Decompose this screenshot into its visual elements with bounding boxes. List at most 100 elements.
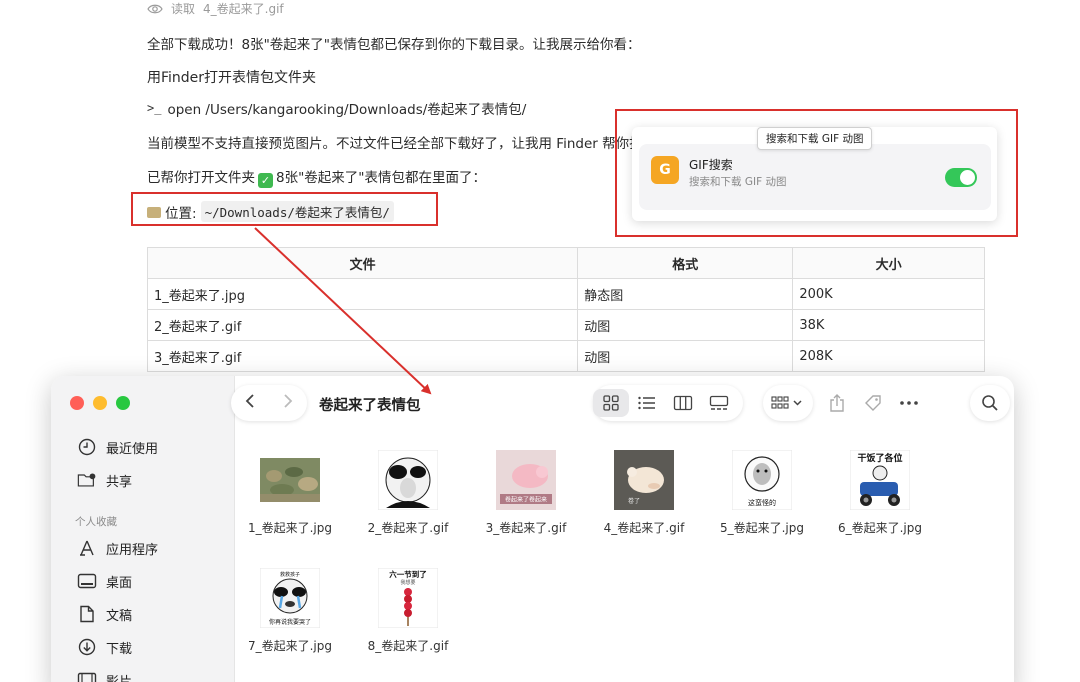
file-item[interactable]: 救救孩子 你再说我要哭了 7_卷起来了.jpg — [231, 568, 349, 654]
thumbnail-caption: 你再说我要哭了 — [269, 618, 311, 626]
terminal-command: >_ open /Users/kangarooking/Downloads/卷起… — [147, 98, 526, 118]
gif-search-title: GIF搜索 — [689, 158, 733, 172]
column-header-format: 格式 — [577, 247, 794, 279]
image-thumbnail: 这蛮怪的 — [732, 450, 792, 510]
section-heading: 用Finder打开表情包文件夹 — [147, 70, 317, 86]
thumbnail-caption: 干饭了各位 — [857, 452, 902, 464]
desktop-icon — [77, 571, 97, 591]
sidebar-item-label: 共享 — [106, 474, 133, 490]
cell-format: 动图 — [577, 309, 794, 341]
more-actions-icon[interactable] — [891, 389, 927, 417]
thumbnail-caption: 六一节到了 — [389, 569, 427, 579]
file-grid: 1_卷起来了.jpg 2_卷起来了.gif 卷起来了卷起来 3_卷起来了.gif… — [235, 438, 1014, 682]
window-title: 卷起来了表情包 — [319, 398, 421, 414]
column-header-size: 大小 — [792, 247, 985, 279]
close-button[interactable] — [70, 396, 84, 410]
file-name: 2_卷起来了.gif — [367, 521, 449, 535]
eye-icon — [147, 4, 163, 13]
sidebar-item-label: 最近使用 — [106, 441, 159, 457]
thumbnail-caption: 卷起来了卷起来 — [505, 496, 547, 504]
image-thumbnail: 卷起来了卷起来 — [496, 450, 556, 510]
message-preview-unsupported: 当前模型不支持直接预览图片。不过文件已经全部下载好了，让我用 Finder 帮你… — [147, 136, 632, 152]
table-row: 3_卷起来了.gif 动图 208K — [146, 340, 985, 372]
group-by-icon[interactable] — [763, 389, 813, 417]
gif-logo-icon: G — [651, 156, 679, 184]
file-item[interactable]: 1_卷起来了.jpg — [231, 450, 349, 536]
cell-size: 200K — [792, 278, 985, 310]
file-name: 4_卷起来了.gif — [603, 521, 685, 535]
file-item[interactable]: 卷起来了卷起来 3_卷起来了.gif — [467, 450, 585, 536]
column-view-icon[interactable] — [665, 389, 701, 417]
cell-file: 1_卷起来了.jpg — [146, 278, 579, 310]
sidebar-item-label: 桌面 — [106, 575, 133, 591]
file-item[interactable]: 2_卷起来了.gif — [349, 450, 467, 536]
sidebar-item-label: 文稿 — [106, 608, 133, 624]
file-item[interactable]: 卷了 4_卷起来了.gif — [585, 450, 703, 536]
cell-file: 3_卷起来了.gif — [146, 340, 579, 372]
sidebar-item-shared[interactable]: 共享 — [77, 470, 132, 490]
finder-toolbar: 卷起来了表情包 — [231, 376, 1014, 430]
tag-icon[interactable] — [855, 389, 891, 417]
share-icon[interactable] — [819, 389, 855, 417]
finder-window: 最近使用 共享 个人收藏 应用程序 桌面 文稿 下载 影片 卷起来了表情包 1_… — [51, 376, 1014, 682]
table-row: 1_卷起来了.jpg 静态图 200K — [146, 278, 985, 310]
list-view-icon[interactable] — [629, 389, 665, 417]
sidebar-item-applications[interactable]: 应用程序 — [77, 538, 158, 558]
sidebar-item-desktop[interactable]: 桌面 — [77, 571, 132, 591]
read-label: 读取 — [171, 2, 196, 16]
group-by-group — [763, 385, 813, 421]
read-filename: 4_卷起来了.gif — [203, 2, 284, 16]
gif-search-row[interactable]: G GIF搜索 搜索和下载 GIF 动图 — [639, 144, 991, 210]
sidebar-item-label: 影片 — [106, 674, 133, 682]
thumbnail-caption: 这蛮怪的 — [748, 498, 776, 507]
search-icon[interactable] — [970, 389, 1010, 417]
toggle-knob — [960, 170, 975, 185]
back-chevron-icon[interactable] — [244, 393, 256, 414]
read-file-line: 读取 4_卷起来了.gif — [147, 0, 284, 17]
sidebar-item-downloads[interactable]: 下载 — [77, 637, 132, 657]
sidebar-item-movies[interactable]: 影片 — [77, 670, 132, 682]
file-item[interactable]: 这蛮怪的 5_卷起来了.jpg — [703, 450, 821, 536]
image-thumbnail — [378, 450, 438, 510]
file-name: 5_卷起来了.jpg — [719, 521, 805, 535]
image-thumbnail: 卷了 — [614, 450, 674, 510]
terminal-command-text: open /Users/kangarooking/Downloads/卷起来了表… — [167, 102, 527, 118]
cell-file: 2_卷起来了.gif — [146, 309, 579, 341]
column-header-file: 文件 — [146, 247, 579, 279]
forward-chevron-icon[interactable] — [282, 393, 294, 414]
gif-search-toggle[interactable] — [945, 168, 977, 187]
search-group — [970, 385, 1010, 421]
file-name: 8_卷起来了.gif — [367, 639, 449, 653]
gallery-view-icon[interactable] — [701, 389, 737, 417]
minimize-button[interactable] — [93, 396, 107, 410]
file-name: 3_卷起来了.gif — [485, 521, 567, 535]
film-icon — [77, 670, 97, 682]
gif-search-card: G GIF搜索 搜索和下载 GIF 动图 搜索和下载 GIF 动图 — [632, 127, 997, 221]
shared-folder-icon — [77, 470, 97, 490]
window-controls — [70, 396, 130, 410]
sidebar-item-label: 下载 — [106, 641, 133, 657]
sidebar-item-documents[interactable]: 文稿 — [77, 604, 132, 624]
sidebar-item-recent[interactable]: 最近使用 — [77, 437, 158, 457]
file-table: 文件 格式 大小 1_卷起来了.jpg 静态图 200K 2_卷起来了.gif … — [146, 247, 985, 372]
thumbnail-caption-sub: 我想要 — [400, 579, 415, 586]
download-icon — [77, 637, 97, 657]
zoom-button[interactable] — [116, 396, 130, 410]
finder-sidebar: 最近使用 共享 个人收藏 应用程序 桌面 文稿 下载 影片 — [51, 376, 235, 682]
file-item[interactable]: 干饭了各位 6_卷起来了.jpg — [821, 450, 939, 536]
file-item[interactable]: 六一节到了 我想要 8_卷起来了.gif — [349, 568, 467, 654]
file-name: 7_卷起来了.jpg — [247, 639, 333, 653]
clock-icon — [77, 437, 97, 457]
cell-size: 38K — [792, 309, 985, 341]
cell-format: 动图 — [577, 340, 794, 372]
thumbnail-caption: 卷了 — [628, 497, 640, 505]
applications-icon — [77, 538, 97, 558]
gif-search-tooltip: 搜索和下载 GIF 动图 — [757, 127, 873, 150]
image-thumbnail: 六一节到了 我想要 — [378, 568, 438, 628]
cell-format: 静态图 — [577, 278, 794, 310]
icon-view-icon[interactable] — [593, 389, 629, 417]
annotation-box-location — [131, 192, 438, 226]
action-group — [819, 385, 949, 421]
opened-folder-suffix: 8张"卷起来了"表情包都在里面了： — [276, 170, 487, 186]
opened-folder-text: 已帮你打开文件夹 — [147, 170, 255, 186]
